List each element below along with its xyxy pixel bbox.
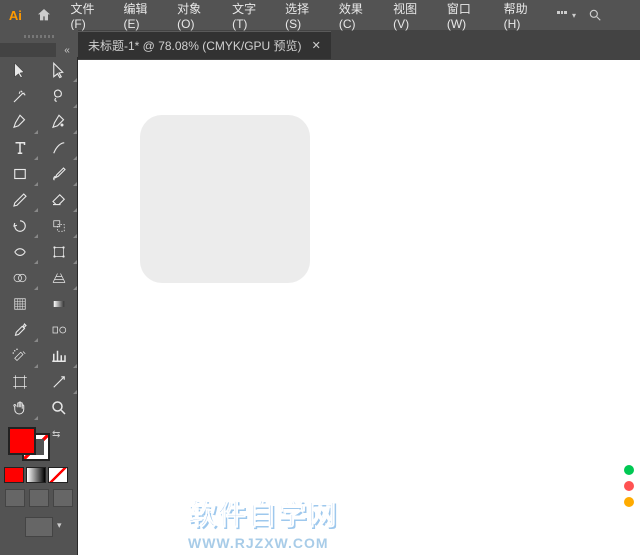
search-icon[interactable] — [580, 3, 610, 27]
shape-builder-tool[interactable] — [0, 265, 39, 291]
toolbox: ⇆ — [0, 57, 78, 555]
screen-mode-button[interactable] — [25, 517, 53, 537]
lasso-tool[interactable] — [39, 83, 78, 109]
menu-file[interactable]: 文件(F) — [62, 0, 115, 30]
menu-edit[interactable]: 编辑(E) — [115, 0, 169, 30]
watermark-url: WWW.RJZXW.COM — [188, 535, 329, 551]
perspective-grid-tool[interactable] — [39, 265, 78, 291]
color-section: ⇆ — [0, 421, 77, 465]
color-mode-row — [0, 465, 77, 485]
column-graph-tool[interactable] — [39, 343, 78, 369]
close-icon[interactable]: ✕ — [312, 39, 321, 52]
right-indicator-dots — [624, 465, 634, 507]
menu-view[interactable]: 视图(V) — [385, 0, 439, 30]
dot-green — [624, 465, 634, 475]
line-segment-tool[interactable] — [39, 135, 78, 161]
draw-mode-row — [0, 485, 77, 511]
dot-red — [624, 481, 634, 491]
tab-title: 未标题-1* @ 78.08% (CMYK/GPU 预览) — [88, 37, 302, 54]
pencil-tool[interactable] — [0, 187, 39, 213]
direct-selection-tool[interactable] — [39, 57, 78, 83]
slice-tool[interactable] — [39, 369, 78, 395]
hand-tool[interactable] — [0, 395, 39, 421]
magic-wand-tool[interactable] — [0, 83, 39, 109]
toolbar-grip[interactable] — [0, 30, 78, 43]
menu-effect[interactable]: 效果(C) — [331, 0, 385, 30]
free-transform-tool[interactable] — [39, 239, 78, 265]
eraser-tool[interactable] — [39, 187, 78, 213]
swap-colors-icon[interactable]: ⇆ — [52, 429, 60, 440]
menubar: Ai 文件(F) 编辑(E) 对象(O) 文字(T) 选择(S) 效果(C) 视… — [0, 0, 640, 30]
home-icon[interactable] — [34, 4, 55, 26]
draw-inside-button[interactable] — [53, 489, 73, 507]
type-tool[interactable] — [0, 135, 39, 161]
selection-tool[interactable] — [0, 57, 39, 83]
menu-object[interactable]: 对象(O) — [169, 0, 224, 30]
symbol-sprayer-tool[interactable] — [0, 343, 39, 369]
rounded-rectangle-shape[interactable] — [140, 115, 310, 283]
document-tabbar: 未标题-1* @ 78.08% (CMYK/GPU 预览) ✕ — [0, 30, 640, 60]
color-mode-none[interactable] — [48, 467, 68, 483]
app-logo-icon: Ai — [5, 4, 26, 26]
zoom-tool[interactable] — [39, 395, 78, 421]
draw-behind-button[interactable] — [29, 489, 49, 507]
watermark-title: 软件自学网 — [188, 493, 338, 533]
dot-yellow — [624, 497, 634, 507]
blend-tool[interactable] — [39, 317, 78, 343]
canvas-area[interactable]: 软件自学网 WWW.RJZXW.COM — [78, 60, 640, 555]
menu-window[interactable]: 窗口(W) — [439, 0, 496, 30]
rectangle-tool[interactable] — [0, 161, 39, 187]
paintbrush-tool[interactable] — [39, 161, 78, 187]
document-tab[interactable]: 未标题-1* @ 78.08% (CMYK/GPU 预览) ✕ — [78, 31, 331, 59]
fill-color-swatch[interactable] — [8, 427, 36, 455]
curvature-tool[interactable] — [39, 109, 78, 135]
menu-select[interactable]: 选择(S) — [277, 0, 331, 30]
draw-normal-button[interactable] — [5, 489, 25, 507]
color-mode-gradient[interactable] — [26, 467, 46, 483]
color-mode-solid[interactable] — [4, 467, 24, 483]
screen-mode-row — [0, 511, 77, 543]
width-tool[interactable] — [0, 239, 39, 265]
mesh-tool[interactable] — [0, 291, 39, 317]
pen-tool[interactable] — [0, 109, 39, 135]
menu-type[interactable]: 文字(T) — [224, 0, 277, 30]
eyedropper-tool[interactable] — [0, 317, 39, 343]
workspace-switcher-icon[interactable]: ▾ — [550, 3, 580, 27]
scale-tool[interactable] — [39, 213, 78, 239]
collapse-toolbar-icon[interactable]: « — [56, 43, 78, 57]
menu-help[interactable]: 帮助(H) — [496, 0, 550, 30]
gradient-tool[interactable] — [39, 291, 78, 317]
rotate-tool[interactable] — [0, 213, 39, 239]
artboard-tool[interactable] — [0, 369, 39, 395]
